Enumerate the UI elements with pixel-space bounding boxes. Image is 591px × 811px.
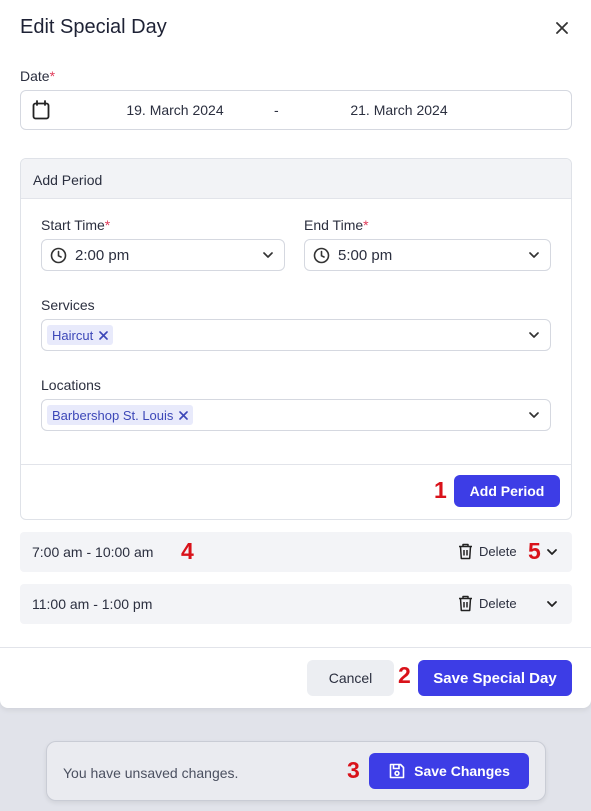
save-special-day-button[interactable]: Save Special Day bbox=[418, 660, 572, 696]
annotation-marker-3: 3 bbox=[347, 757, 360, 783]
location-tag: Barbershop St. Louis bbox=[47, 405, 194, 425]
add-period-button[interactable]: Add Period bbox=[454, 475, 560, 507]
end-time-value: 5:00 pm bbox=[338, 247, 393, 264]
locations-select[interactable]: Barbershop St. Louis bbox=[41, 399, 551, 431]
service-tag-label: Haircut bbox=[52, 327, 94, 343]
end-time-select[interactable]: 5:00 pm bbox=[304, 239, 551, 271]
trash-icon bbox=[459, 595, 472, 612]
tag-remove-icon[interactable] bbox=[179, 410, 189, 420]
annotation-marker-1: 1 bbox=[434, 477, 447, 503]
period-time: 11:00 am - 1:00 pm bbox=[32, 596, 153, 612]
delete-label: Delete bbox=[479, 544, 517, 559]
calendar-icon bbox=[32, 100, 50, 120]
clock-icon bbox=[313, 247, 330, 264]
tag-remove-icon[interactable] bbox=[99, 330, 108, 340]
location-tag-label: Barbershop St. Louis bbox=[52, 407, 174, 423]
locations-label: Locations bbox=[41, 377, 101, 393]
delete-period-button[interactable]: Delete bbox=[458, 595, 517, 612]
close-button[interactable] bbox=[551, 17, 573, 39]
save-icon bbox=[389, 763, 405, 779]
add-period-header: Add Period bbox=[21, 159, 571, 199]
modal-title: Edit Special Day bbox=[20, 16, 167, 38]
close-icon bbox=[556, 22, 568, 34]
services-select[interactable]: Haircut bbox=[41, 319, 551, 351]
save-changes-label: Save Changes bbox=[414, 763, 510, 779]
chevron-down-icon[interactable] bbox=[546, 599, 558, 609]
end-time-label: End Time* bbox=[304, 217, 369, 233]
start-time-label: Start Time* bbox=[41, 217, 111, 233]
trash-icon bbox=[459, 543, 472, 560]
period-row[interactable]: 11:00 am - 1:00 pm Delete bbox=[20, 584, 572, 624]
add-period-title: Add Period bbox=[33, 172, 103, 188]
date-range-input[interactable]: 19. March 2024 - 21. March 2024 bbox=[20, 90, 572, 130]
footer-divider bbox=[0, 647, 591, 648]
period-time: 7:00 am - 10:00 am bbox=[32, 544, 154, 560]
chevron-down-icon bbox=[529, 252, 539, 258]
annotation-marker-4: 4 bbox=[181, 538, 194, 564]
clock-icon bbox=[50, 247, 67, 264]
annotation-marker-5: 5 bbox=[528, 538, 541, 564]
delete-period-button[interactable]: Delete bbox=[458, 543, 517, 560]
annotation-marker-2: 2 bbox=[398, 662, 411, 688]
chevron-down-icon[interactable] bbox=[546, 547, 558, 557]
unsaved-message: You have unsaved changes. bbox=[63, 765, 239, 781]
date-start: 19. March 2024 bbox=[126, 102, 224, 118]
delete-label: Delete bbox=[479, 596, 517, 611]
cancel-button[interactable]: Cancel bbox=[307, 660, 394, 696]
period-row[interactable]: 7:00 am - 10:00 am Delete bbox=[20, 532, 572, 572]
date-separator: - bbox=[274, 102, 279, 118]
start-time-select[interactable]: 2:00 pm bbox=[41, 239, 285, 271]
add-period-card: Add Period Start Time* 2:00 pm End Time*… bbox=[20, 158, 572, 520]
chevron-down-icon bbox=[529, 412, 539, 418]
start-time-value: 2:00 pm bbox=[75, 247, 130, 264]
card-divider bbox=[21, 464, 571, 465]
edit-special-day-modal: Edit Special Day Date* 19. March 2024 - … bbox=[0, 0, 591, 708]
date-label: Date* bbox=[20, 68, 56, 84]
service-tag: Haircut bbox=[47, 325, 114, 345]
chevron-down-icon bbox=[529, 332, 539, 338]
chevron-down-icon bbox=[263, 252, 273, 258]
date-end: 21. March 2024 bbox=[350, 102, 448, 118]
save-changes-button[interactable]: Save Changes bbox=[369, 753, 529, 789]
services-label: Services bbox=[41, 297, 95, 313]
